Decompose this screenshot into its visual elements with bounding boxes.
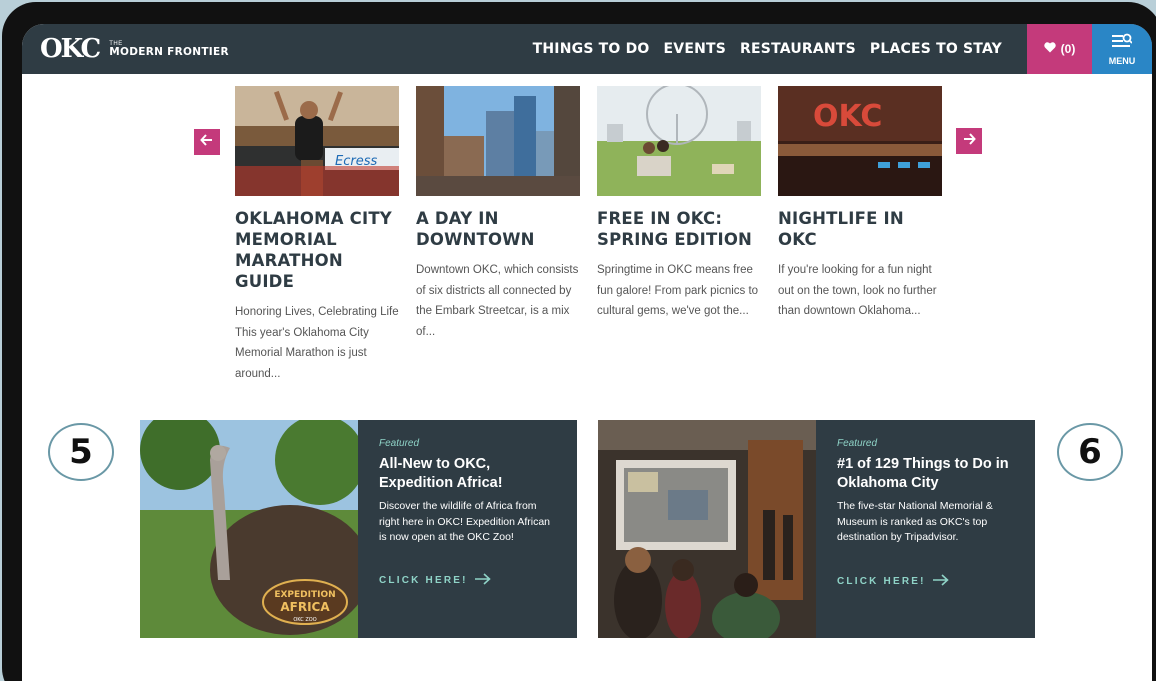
carousel-card[interactable]: Ecress OKLAHOMA CITY MEMORIAL MARATHON G… xyxy=(235,86,399,384)
logo-tagline: THE MODERN FRONTIER xyxy=(109,41,229,58)
badge-africa: AFRICA xyxy=(280,600,330,614)
feature-body: Featured #1 of 129 Things to Do in Oklah… xyxy=(816,420,1035,638)
carousel-card[interactable]: FREE IN OKC: SPRING EDITION Springtime i… xyxy=(597,86,761,322)
feature-description: The five-star National Memorial & Museum… xyxy=(837,500,993,543)
carousel-card[interactable]: OKC NIGHTLIFE IN OKC If you're looking f… xyxy=(778,86,942,322)
feature-body: Featured All-New to OKC, Expedition Afri… xyxy=(358,420,577,638)
menu-search-icon xyxy=(1112,33,1133,54)
nav-things-to-do[interactable]: THINGS TO DO xyxy=(533,41,650,57)
heart-icon xyxy=(1043,42,1056,56)
museum-image[interactable] xyxy=(598,420,816,638)
cta-label: CLICK HERE! xyxy=(837,575,926,587)
logo-frontier: MODERN FRONTIER xyxy=(109,45,229,58)
carousel-card[interactable]: A DAY IN DOWNTOWN Downtown OKC, which co… xyxy=(416,86,580,342)
feature-title[interactable]: All-New to OKC, Expedition Africa! xyxy=(379,455,559,493)
menu-label: MENU xyxy=(1108,55,1136,66)
card-description: If you're looking for a fun night out on… xyxy=(778,264,937,317)
card-description: Honoring Lives, Celebrating Life This ye… xyxy=(235,306,399,380)
site-header: OKC THE MODERN FRONTIER THINGS TO DO EVE… xyxy=(22,24,1152,74)
feature-title[interactable]: #1 of 129 Things to Do in Oklahoma City xyxy=(837,455,1017,493)
card-description: Springtime in OKC means free fun galore!… xyxy=(597,264,759,317)
click-here-link[interactable]: CLICK HERE! xyxy=(837,573,1017,589)
nightlife-bar-image[interactable]: OKC xyxy=(778,86,942,196)
nightlife-sign-text: OKC xyxy=(813,99,882,134)
site-logo[interactable]: OKC THE MODERN FRONTIER xyxy=(40,36,229,62)
card-title[interactable]: A DAY IN DOWNTOWN xyxy=(416,208,580,250)
nav-restaurants[interactable]: RESTAURANTS xyxy=(740,41,856,57)
card-title[interactable]: FREE IN OKC: SPRING EDITION xyxy=(597,208,761,250)
arrow-right-icon xyxy=(962,132,976,151)
carousel-next-button[interactable] xyxy=(956,128,982,154)
carousel-prev-button[interactable] xyxy=(194,129,220,155)
arrow-right-icon xyxy=(474,572,491,588)
featured-label: Featured xyxy=(379,438,420,449)
arrow-left-icon xyxy=(200,133,214,152)
featured-label: Featured xyxy=(837,438,878,449)
feature-description: Discover the wildlife of Africa from rig… xyxy=(379,500,551,543)
logo-mark: OKC xyxy=(40,34,101,64)
spring-picnic-image[interactable] xyxy=(597,86,761,196)
favorites-count: (0) xyxy=(1060,42,1076,56)
callout-number: 5 xyxy=(48,423,114,481)
card-title[interactable]: OKLAHOMA CITY MEMORIAL MARATHON GUIDE xyxy=(235,208,399,292)
downtown-image[interactable] xyxy=(416,86,580,196)
arrow-right-icon xyxy=(932,573,949,589)
device-frame: OKC THE MODERN FRONTIER THINGS TO DO EVE… xyxy=(2,2,1156,681)
click-here-link[interactable]: CLICK HERE! xyxy=(379,572,559,588)
card-description: Downtown OKC, which consists of six dist… xyxy=(416,264,579,338)
callout-number: 6 xyxy=(1057,423,1123,481)
marathon-image[interactable]: Ecress xyxy=(235,86,399,196)
feature-block-expedition-africa: EXPEDITION AFRICA OKC ZOO Featured All-N… xyxy=(140,420,577,638)
main-nav: THINGS TO DO EVENTS RESTAURANTS PLACES T… xyxy=(533,24,1002,74)
nav-places-to-stay[interactable]: PLACES TO STAY xyxy=(870,41,1002,57)
ostrich-image[interactable]: EXPEDITION AFRICA OKC ZOO xyxy=(140,420,358,638)
cta-label: CLICK HERE! xyxy=(379,574,468,586)
badge-okc-zoo: OKC ZOO xyxy=(293,617,316,623)
browser-screen: OKC THE MODERN FRONTIER THINGS TO DO EVE… xyxy=(22,24,1152,681)
favorites-button[interactable]: (0) xyxy=(1027,24,1092,74)
feature-block-memorial-museum: Featured #1 of 129 Things to Do in Oklah… xyxy=(598,420,1035,638)
nav-events[interactable]: EVENTS xyxy=(664,41,727,57)
badge-expedition: EXPEDITION xyxy=(274,590,335,600)
menu-button[interactable]: MENU xyxy=(1092,24,1152,74)
card-title[interactable]: NIGHTLIFE IN OKC xyxy=(778,208,942,250)
